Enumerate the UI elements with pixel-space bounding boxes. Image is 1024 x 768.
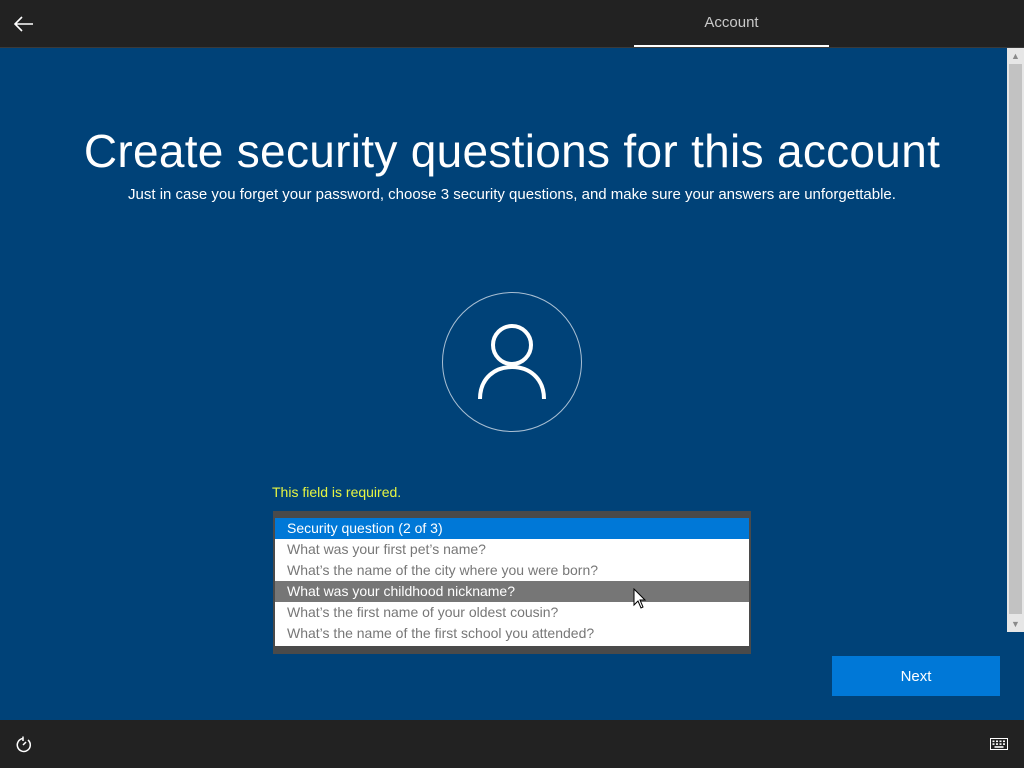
mouse-cursor-icon xyxy=(633,588,647,609)
keyboard-icon[interactable] xyxy=(990,738,1008,750)
security-question-dropdown[interactable]: Security question (2 of 3) What was your… xyxy=(273,511,751,654)
avatar xyxy=(442,292,582,432)
dropdown-selected-option[interactable]: Security question (2 of 3) xyxy=(275,518,749,539)
validation-error: This field is required. xyxy=(272,484,402,500)
scroll-up-icon[interactable]: ▲ xyxy=(1007,48,1024,64)
dropdown-option[interactable]: What’s the name of the first school you … xyxy=(275,623,749,644)
arrow-left-icon xyxy=(14,16,33,32)
ease-of-access-icon[interactable] xyxy=(14,736,32,754)
user-icon xyxy=(478,324,546,400)
tab-account: Account xyxy=(634,0,829,47)
back-button[interactable] xyxy=(8,8,40,40)
dropdown-option[interactable]: What’s the first name of your oldest cou… xyxy=(275,602,749,623)
scroll-down-icon[interactable]: ▼ xyxy=(1007,616,1024,632)
top-bar: Account xyxy=(0,0,1024,48)
next-button[interactable]: Next xyxy=(832,656,1000,696)
bottom-bar xyxy=(0,720,1024,768)
page-subtitle: Just in case you forget your password, c… xyxy=(128,186,896,203)
dropdown-option-hovered[interactable]: What was your childhood nickname? xyxy=(275,581,749,602)
dropdown-option[interactable]: What was your first pet’s name? xyxy=(275,539,749,560)
dropdown-option[interactable]: What’s the name of the city where you we… xyxy=(275,560,749,581)
page-title: Create security questions for this accou… xyxy=(83,125,941,177)
